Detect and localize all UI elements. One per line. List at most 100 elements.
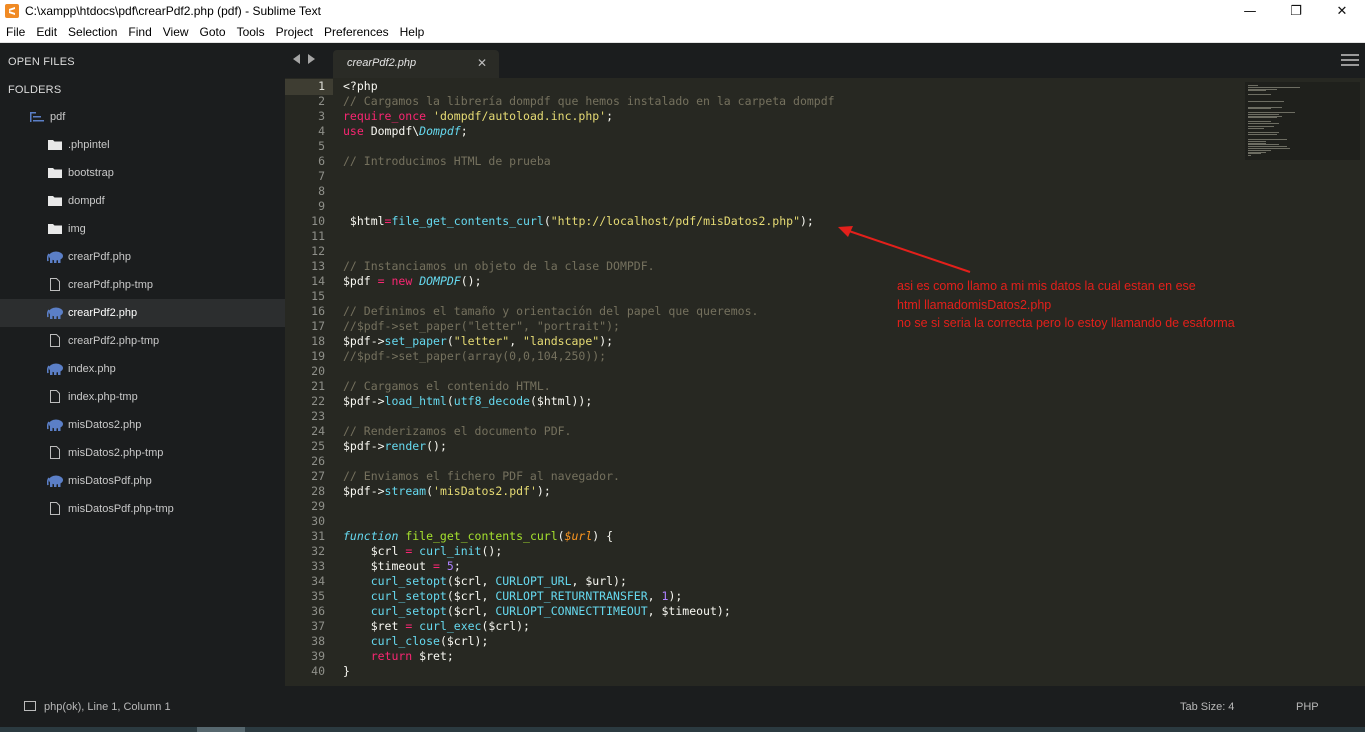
- sidebar-item-crearpdf-php-tmp[interactable]: crearPdf.php-tmp: [0, 271, 285, 299]
- code-line-18: $pdf->set_paper("letter", "landscape");: [343, 334, 614, 348]
- line-number: 21: [311, 379, 325, 393]
- file-icon: [50, 278, 60, 291]
- line-number: 23: [311, 409, 325, 423]
- sidebar-item-label: .phpintel: [68, 139, 110, 151]
- line-number: 11: [311, 229, 325, 243]
- code-line-1: <?php: [343, 79, 378, 93]
- line-number: 26: [311, 454, 325, 468]
- line-number: 3: [318, 109, 325, 123]
- open-files-header[interactable]: OPEN FILES: [8, 56, 75, 68]
- menu-preferences[interactable]: Preferences: [318, 22, 394, 43]
- folders-header[interactable]: FOLDERS: [8, 84, 61, 96]
- code-line-40: }: [343, 664, 350, 678]
- sidebar-item-label: bootstrap: [68, 167, 114, 179]
- tab-crearpdf2[interactable]: crearPdf2.php ✕: [333, 50, 499, 78]
- minimap-line: [1248, 128, 1264, 130]
- sidebar-item-crearpdf2-php-tmp[interactable]: crearPdf2.php-tmp: [0, 327, 285, 355]
- sidebar-item-misdatospdf-php[interactable]: misDatosPdf.php: [0, 467, 285, 495]
- code-line-24: // Renderizamos el documento PDF.: [343, 424, 572, 438]
- folder-icon: [48, 223, 62, 234]
- line-number: 14: [311, 274, 325, 288]
- line-number: 6: [318, 154, 325, 168]
- menu-goto[interactable]: Goto: [194, 22, 231, 43]
- line-number: 31: [311, 529, 325, 543]
- code-editor[interactable]: 1 2 3 4 5 6 7 8 9 10 11 12 13 14 15 16 17 18 19 20 21 22 23 24 2…: [285, 78, 1365, 686]
- status-tab-size[interactable]: Tab Size: 4: [1180, 701, 1234, 713]
- menu-edit[interactable]: Edit: [30, 22, 62, 43]
- sidebar-item-dompdf[interactable]: dompdf: [0, 187, 285, 215]
- minimap-line: [1248, 117, 1277, 119]
- sidebar-item-img[interactable]: img: [0, 215, 285, 243]
- panel-toggle-icon[interactable]: [24, 701, 36, 711]
- line-number: 27: [311, 469, 325, 483]
- sidebar-item-phpintel[interactable]: .phpintel: [0, 131, 285, 159]
- code-line-16: // Definimos el tamaño y orientación del…: [343, 304, 759, 318]
- code-line-34: curl_setopt($crl, CURLOPT_URL, $url);: [343, 574, 627, 588]
- sidebar-item-label: misDatosPdf.php: [68, 475, 152, 487]
- minimap[interactable]: [1245, 82, 1360, 160]
- line-number: 12: [311, 244, 325, 258]
- close-button[interactable]: ✕: [1319, 0, 1365, 22]
- line-number: 36: [311, 604, 325, 618]
- php-elephant-icon: [47, 419, 64, 431]
- menu-find[interactable]: Find: [122, 22, 156, 43]
- code-line-2: // Cargamos la librería dompdf que hemos…: [343, 94, 835, 108]
- code-line-13: // Instanciamos un objeto de la clase DO…: [343, 259, 655, 273]
- menu-help[interactable]: Help: [394, 22, 430, 43]
- line-number: 25: [311, 439, 325, 453]
- scrollbar-thumb[interactable]: [197, 727, 245, 732]
- line-number-gutter: 1 2 3 4 5 6 7 8 9 10 11 12 13 14 15 16 17 18 19 20 21 22 23 24 2…: [285, 78, 333, 686]
- tab-next-icon[interactable]: [307, 54, 315, 64]
- minimap-line: [1248, 101, 1285, 103]
- menu-selection[interactable]: Selection: [62, 22, 122, 43]
- menu-project[interactable]: Project: [270, 22, 318, 43]
- code-line-31: function file_get_contents_curl($url) {: [343, 529, 614, 543]
- annotation-text: asi es como llamo a mi mis datos la cual…: [897, 277, 1235, 333]
- line-number: 24: [311, 424, 325, 438]
- menu-file[interactable]: File: [0, 22, 30, 43]
- code-line-4: use Dompdf\Dompdf;: [343, 124, 468, 138]
- sidebar-item-label: index.php-tmp: [68, 391, 138, 403]
- tab-prev-icon[interactable]: [293, 54, 301, 64]
- sidebar-item-label: pdf: [50, 111, 66, 123]
- status-bar: php(ok), Line 1, Column 1 Tab Size: 4 PH…: [0, 690, 1365, 732]
- sidebar-item-index-php-tmp[interactable]: index.php-tmp: [0, 383, 285, 411]
- file-icon: [50, 334, 60, 347]
- sidebar-item-label: crearPdf2.php-tmp: [68, 335, 160, 347]
- code-line-28: $pdf->stream('misDatos2.pdf');: [343, 484, 551, 498]
- sidebar-item-misdatos2-php[interactable]: misDatos2.php: [0, 411, 285, 439]
- php-elephant-icon: [47, 251, 64, 263]
- sidebar-item-crearpdf-php[interactable]: crearPdf.php: [0, 243, 285, 271]
- menu-bar: File Edit Selection Find View Goto Tools…: [0, 22, 1365, 43]
- sidebar-item-label: crearPdf2.php: [68, 307, 138, 319]
- code-line-33: $timeout = 5;: [343, 559, 461, 573]
- code-line-10: $html=file_get_contents_curl("http://loc…: [343, 214, 814, 228]
- sidebar-folder-pdf[interactable]: pdf: [0, 103, 285, 131]
- menu-tools[interactable]: Tools: [231, 22, 270, 43]
- sublime-logo-icon: [5, 4, 19, 18]
- tab-close-icon[interactable]: ✕: [477, 56, 487, 70]
- tab-bar: crearPdf2.php ✕: [285, 43, 1365, 78]
- code-line-17: //$pdf->set_paper("letter", "portrait");: [343, 319, 620, 333]
- sidebar-item-misdatos2-php-tmp[interactable]: misDatos2.php-tmp: [0, 439, 285, 467]
- code-line-14: $pdf = new DOMPDF();: [343, 274, 482, 288]
- minimap-line: [1248, 122, 1280, 124]
- restore-button[interactable]: ❐: [1273, 0, 1319, 22]
- sidebar-item-misdatospdf-php-tmp[interactable]: misDatosPdf.php-tmp: [0, 495, 285, 523]
- folder-icon: [48, 139, 62, 150]
- minimize-button[interactable]: —: [1227, 0, 1273, 22]
- line-number: 37: [311, 619, 325, 633]
- minimap-line: [1248, 94, 1272, 95]
- sidebar-item-index-php[interactable]: index.php: [0, 355, 285, 383]
- menu-view[interactable]: View: [157, 22, 194, 43]
- sidebar: OPEN FILES FOLDERS pdf .phpintel bootstra…: [0, 43, 285, 690]
- line-number: 32: [311, 544, 325, 558]
- sidebar-item-bootstrap[interactable]: bootstrap: [0, 159, 285, 187]
- menu-hamburger-icon[interactable]: [1341, 54, 1359, 69]
- status-syntax[interactable]: PHP: [1296, 701, 1319, 713]
- annotation-line-1: asi es como llamo a mi mis datos la cual…: [897, 279, 1196, 293]
- line-number: 17: [311, 319, 325, 333]
- minimap-line: [1248, 155, 1251, 157]
- sidebar-item-crearpdf2-php[interactable]: crearPdf2.php: [0, 299, 285, 327]
- line-number: 29: [311, 499, 325, 513]
